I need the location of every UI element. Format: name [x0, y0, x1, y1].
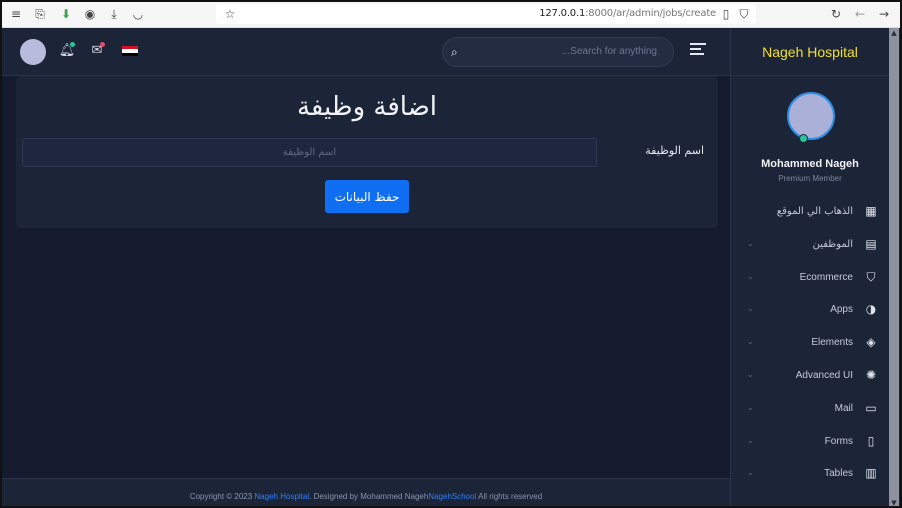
search-bar[interactable]: ⌕ ...Search for anything	[442, 37, 674, 67]
footer-copyright: Copyright © 2023	[189, 492, 255, 501]
chevron-down-icon[interactable]: ⌄	[747, 370, 754, 379]
pocket-icon[interactable]: ◡	[130, 6, 146, 22]
address-bar[interactable]: ☆ 127.0.0.1:8000/ar/admin/jobs/create ▯ …	[216, 4, 756, 24]
chevron-down-icon[interactable]: ⌄	[747, 403, 754, 412]
account-icon[interactable]: ◉	[82, 6, 98, 22]
menu-toggle-icon[interactable]	[690, 43, 706, 57]
bookmark-star-icon[interactable]: ☆	[222, 6, 238, 22]
sidebar-item-2[interactable]: ⌄ Ecommerce ⛉	[731, 262, 889, 294]
menu-icon[interactable]: ≡	[8, 6, 24, 22]
sidebar-item-6[interactable]: ⌄ Mail ▭	[731, 393, 889, 425]
app-window: ≡ ⎘ ⬇ ◉ ⤓ ◡ ☆ 127.0.0.1:8000/ar/admin/jo…	[0, 0, 902, 508]
search-input[interactable]: ...Search for anything	[562, 46, 657, 57]
footer-designer: . Designed by Mohammed Nageh	[309, 492, 429, 501]
chevron-down-icon[interactable]: ⌄	[747, 239, 754, 248]
sidebar: Nageh Hospital Mohammed Nageh Premium Me…	[730, 28, 900, 506]
browser-toolbar: ≡ ⎘ ⬇ ◉ ⤓ ◡ ☆ 127.0.0.1:8000/ar/admin/jo…	[2, 2, 900, 28]
main-content: اضافة وظيفة اسم الوظيفة حفظ البيانات	[2, 76, 730, 478]
search-icon[interactable]: ⌕	[451, 44, 467, 60]
sidebar-item-label: الموظفين	[812, 238, 853, 250]
dashboard-icon: ▦	[865, 204, 877, 218]
form-card: اضافة وظيفة اسم الوظيفة حفظ البيانات	[16, 76, 718, 228]
job-name-input[interactable]	[22, 138, 597, 167]
palette-icon: ✺	[865, 368, 877, 382]
sidebar-item-label: الذهاب الي الموقع	[776, 206, 853, 217]
url-text: 127.0.0.1:8000/ar/admin/jobs/create	[539, 8, 716, 19]
chevron-down-icon[interactable]: ⌄	[747, 436, 754, 445]
sidebar-item-5[interactable]: ⌄ Advanced UI ✺	[731, 360, 889, 392]
profile-name: Mohammed Nageh	[761, 158, 859, 170]
sidebar-item-label: Ecommerce	[799, 271, 853, 283]
reload-icon[interactable]: ↻	[828, 6, 844, 22]
basket-icon: ⛉	[866, 269, 876, 284]
profile-role: Premium Member	[778, 174, 842, 183]
sidebar-item-label: Advanced UI	[795, 370, 853, 381]
chevron-down-icon[interactable]: ⌄	[747, 337, 754, 346]
scroll-up-icon[interactable]: ▲	[889, 28, 899, 38]
job-name-label: اسم الوظيفة	[645, 144, 704, 157]
sidebar-item-label: Apps	[830, 304, 853, 316]
sidebar-item-1[interactable]: ⌄ الموظفين ▤	[731, 229, 889, 261]
table-icon: ▥	[865, 466, 877, 481]
chevron-down-icon[interactable]: ⌄	[747, 468, 754, 477]
document-icon: ▯	[867, 433, 875, 448]
download-arrow-icon[interactable]: ⬇	[58, 6, 74, 22]
footer: Copyright © 2023 Nageh Hospital. Designe…	[2, 478, 730, 506]
mail-dot	[100, 42, 105, 47]
forward-icon[interactable]: →	[876, 6, 892, 22]
online-status-dot	[799, 134, 808, 143]
footer-rights: All rights reserved	[476, 492, 543, 501]
chevron-down-icon[interactable]: ⌄	[747, 272, 754, 281]
sidebar-item-label: Elements	[811, 337, 853, 349]
sidebar-item-8[interactable]: ⌄ Tables ▥	[731, 458, 889, 490]
pie-icon: ◑	[865, 302, 877, 317]
sidebar-item-label: Tables	[824, 468, 853, 480]
avatar[interactable]	[20, 39, 46, 65]
back-icon[interactable]: ←	[852, 6, 868, 22]
top-navbar: 🔔︎ ✉ ⌕ ...Search for anything	[2, 28, 730, 76]
flag-stripe	[122, 52, 138, 56]
sidebar-brand[interactable]: Nageh Hospital	[731, 28, 889, 76]
chart-icon: ▤	[865, 236, 877, 251]
sidebar-item-0[interactable]: الذهاب الي الموقع ▦	[731, 196, 889, 228]
sidebar-item-7[interactable]: ⌄ Forms ▯	[731, 426, 889, 458]
downloads-icon[interactable]: ⤓	[106, 6, 122, 22]
footer-school-link[interactable]: NagehSchool	[428, 492, 476, 501]
notification-dot	[70, 42, 75, 47]
scroll-down-icon[interactable]: ▼	[889, 498, 899, 506]
sidebar-scrollbar[interactable]: ▲ ▼	[889, 28, 899, 506]
reader-icon[interactable]: ▯	[718, 6, 734, 22]
profile-avatar[interactable]	[787, 92, 835, 140]
sidebar-item-label: Mail	[834, 402, 853, 414]
shield-icon[interactable]: ⛉	[736, 6, 752, 22]
chat-icon: ▭	[865, 400, 877, 415]
footer-brand-link[interactable]: Nageh Hospital	[254, 492, 309, 501]
egypt-flag-icon[interactable]	[122, 46, 138, 56]
sidebar-item-3[interactable]: ⌄ Apps ◑	[731, 294, 889, 326]
page-title: اضافة وظيفة	[296, 92, 438, 122]
save-button[interactable]: حفظ البيانات	[325, 180, 409, 213]
sidebar-item-4[interactable]: ⌄ Elements ◈	[731, 327, 889, 359]
sidebar-item-label: Forms	[824, 435, 853, 447]
chevron-down-icon[interactable]: ⌄	[747, 304, 754, 313]
extensions-icon[interactable]: ⎘	[32, 6, 48, 22]
layers-icon: ◈	[866, 335, 876, 350]
